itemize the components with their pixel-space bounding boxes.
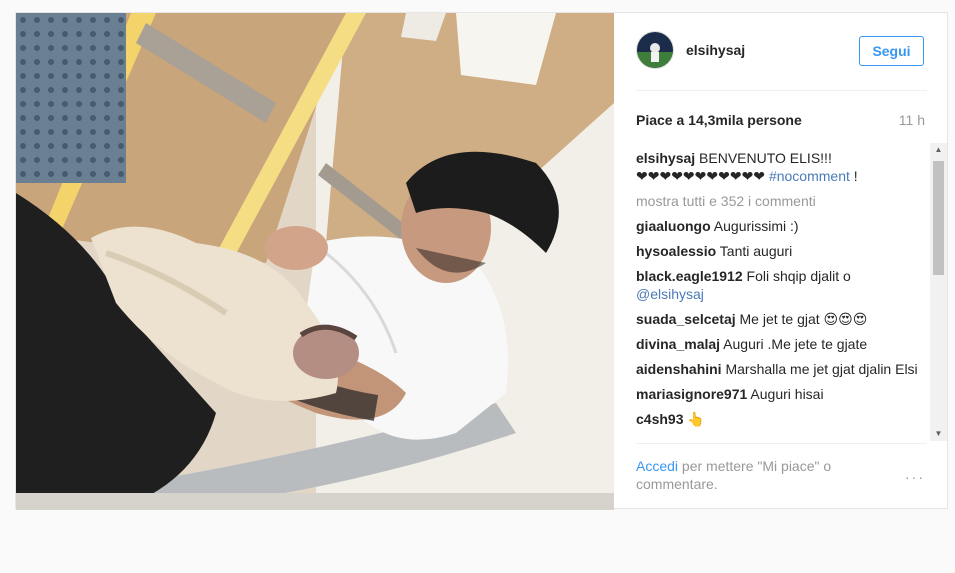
photo-illustration bbox=[16, 13, 614, 510]
comment-item: giaaluongo Augurissimi :) bbox=[636, 217, 926, 235]
scroll-up-arrow-icon[interactable]: ▲ bbox=[930, 143, 947, 157]
comment-username[interactable]: black.eagle1912 bbox=[636, 268, 743, 284]
comment-username[interactable]: mariasignore971 bbox=[636, 386, 747, 402]
comment-item: c4sh93 👆 bbox=[636, 410, 926, 428]
comment-mention[interactable]: @elsihysaj bbox=[636, 286, 704, 302]
follow-button[interactable]: Segui bbox=[859, 36, 924, 66]
comment-item: mariasignore971 Auguri hisai bbox=[636, 385, 926, 403]
login-prompt: Accedi per mettere "Mi piace" o commenta… bbox=[636, 457, 866, 493]
post-photo[interactable] bbox=[16, 13, 614, 510]
comment-text: Auguri .Me jete te gjate bbox=[723, 336, 868, 352]
caption: elsihysaj BENVENUTO ELIS!!! ❤❤❤❤❤❤❤❤❤❤❤ … bbox=[636, 149, 926, 185]
comment-item: hysoalessio Tanti auguri bbox=[636, 242, 926, 260]
comment-text: 👆 bbox=[687, 411, 705, 427]
caption-username[interactable]: elsihysaj bbox=[636, 150, 695, 166]
comment-text: Foli shqip djalit o bbox=[746, 268, 851, 284]
comment-text: Marshalla me jet gjat djalin Elsi bbox=[725, 361, 918, 377]
scrollbar-thumb[interactable] bbox=[933, 161, 944, 275]
profile-avatar[interactable] bbox=[636, 31, 674, 69]
post-sidebar: elsihysaj Segui Piace a 14,3mila persone… bbox=[614, 13, 949, 510]
comments-list[interactable]: elsihysaj BENVENUTO ELIS!!! ❤❤❤❤❤❤❤❤❤❤❤ … bbox=[636, 149, 926, 443]
caption-suffix: ! bbox=[849, 168, 858, 184]
comment-text: Me jet te gjat 😍😍😍 bbox=[739, 311, 868, 327]
footer-divider bbox=[636, 443, 927, 444]
comment-username[interactable]: giaaluongo bbox=[636, 218, 711, 234]
login-link[interactable]: Accedi bbox=[636, 458, 678, 474]
comment-text: Auguri hisai bbox=[750, 386, 824, 402]
comment-item: black.eagle1912 Foli shqip djalit o @els… bbox=[636, 267, 926, 303]
avatar-image bbox=[637, 32, 673, 68]
post-time[interactable]: 11 h bbox=[899, 112, 925, 128]
comment-text: Tanti auguri bbox=[719, 243, 793, 259]
comments-scrollbar[interactable]: ▲ ▼ bbox=[930, 143, 947, 441]
caption-hearts: ❤❤❤❤❤❤❤❤❤❤❤ bbox=[636, 168, 766, 184]
comment-username[interactable]: c4sh93 bbox=[636, 411, 683, 427]
comment-username[interactable]: divina_malaj bbox=[636, 336, 720, 352]
likes-count[interactable]: Piace a 14,3mila persone bbox=[636, 112, 802, 128]
comment-username[interactable]: suada_selcetaj bbox=[636, 311, 736, 327]
comment-text: Augurissimi :) bbox=[713, 218, 799, 234]
comment-username[interactable]: hysoalessio bbox=[636, 243, 716, 259]
show-all-comments-link[interactable]: mostra tutti e 352 i commenti bbox=[636, 192, 926, 210]
caption-hashtag[interactable]: #nocomment bbox=[769, 168, 850, 184]
post-username[interactable]: elsihysaj bbox=[686, 42, 745, 58]
scroll-down-arrow-icon[interactable]: ▼ bbox=[930, 427, 947, 441]
comment-item: suada_selcetaj Me jet te gjat 😍😍😍 bbox=[636, 310, 926, 328]
header-divider bbox=[636, 90, 927, 91]
comment-username[interactable]: aidenshahini bbox=[636, 361, 722, 377]
comment-item: divina_malaj Auguri .Me jete te gjate bbox=[636, 335, 926, 353]
comment-item: aidenshahini Marshalla me jet gjat djali… bbox=[636, 360, 926, 378]
caption-text: BENVENUTO ELIS!!! bbox=[699, 150, 832, 166]
more-options-icon[interactable]: ··· bbox=[905, 469, 925, 485]
post-card: elsihysaj Segui Piace a 14,3mila persone… bbox=[15, 12, 949, 510]
